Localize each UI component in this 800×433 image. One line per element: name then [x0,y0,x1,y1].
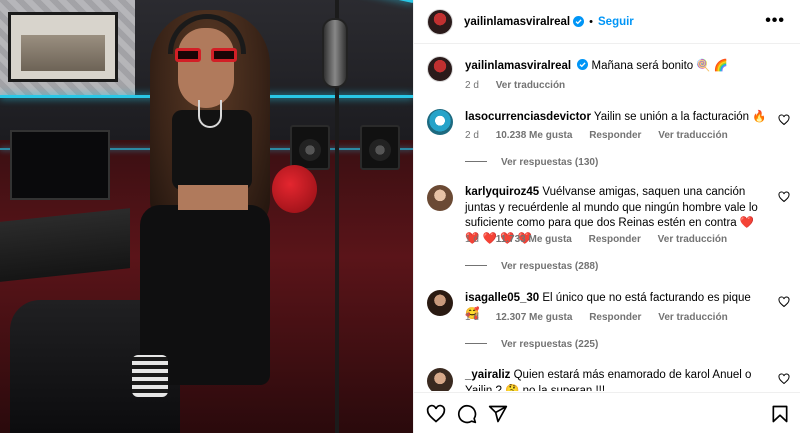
comment-meta: 1 d 11.733 Me gusta Responder Ver traduc… [465,234,741,245]
comment-meta: 2 d 10.238 Me gusta Responder Ver traduc… [465,130,742,141]
comment-icon[interactable] [457,404,477,424]
heart-icon[interactable] [778,296,790,308]
instagram-post-modal: yailinlamasviralreal • Seguir ••• yailin… [0,0,800,433]
studio-speaker [360,125,400,170]
avatar[interactable] [427,56,453,82]
avatar[interactable] [427,109,453,135]
translate-link[interactable]: Ver traducción [658,234,727,245]
view-replies[interactable]: Ver respuestas (225) [465,339,598,350]
heart-icon[interactable] [778,114,790,126]
comment-username[interactable]: lasocurrenciasdevictor [465,111,591,123]
post-photo[interactable] [0,0,413,433]
more-options-icon[interactable]: ••• [765,13,785,29]
caption-meta: 2 d Ver traducción [465,80,579,91]
post-header: yailinlamasviralreal • Seguir ••• [414,0,800,44]
verified-badge-icon [577,59,589,70]
red-chair [272,165,317,213]
caption-text: yailinlamasviralreal Mañana será bonito … [465,59,767,75]
view-replies[interactable]: Ver respuestas (130) [465,157,598,168]
translate-link[interactable]: Ver traducción [496,80,565,91]
bookmark-icon[interactable] [770,404,790,424]
post-details-panel: yailinlamasviralreal • Seguir ••• yailin… [413,0,800,433]
comment-time: 2 d [465,130,479,141]
caption-time: 2 d [465,80,479,91]
translate-link[interactable]: Ver traducción [658,130,727,141]
avatar[interactable] [427,185,453,211]
studio-speaker [290,125,330,170]
verified-badge-icon [573,16,585,27]
separator-dot: • [589,15,593,28]
action-bar [414,392,800,433]
comment-body: Yailin se unión a la facturación 🔥 [593,111,767,123]
follow-button[interactable]: Seguir [598,16,634,28]
comment-username[interactable]: karlyquiroz45 [465,186,539,198]
comments-list[interactable]: yailinlamasviralreal Mañana será bonito … [414,45,800,391]
caption-username[interactable]: yailinlamasviralreal [465,60,571,72]
comment-time: 1 d [465,312,479,323]
translate-link[interactable]: Ver traducción [658,312,727,323]
reply-link[interactable]: Responder [589,234,641,245]
heart-icon[interactable] [426,404,446,424]
sneaker [132,355,168,397]
avatar[interactable] [427,8,453,35]
comment-text: lasocurrenciasdevictor Yailin se unión a… [465,110,767,126]
header-username[interactable]: yailinlamasviralreal [464,16,570,28]
header-user: yailinlamasviralreal • Seguir [464,16,634,28]
wall-picture [8,12,118,82]
comment-username[interactable]: isagalle05_30 [465,292,539,304]
comment-time: 1 d [465,234,479,245]
person-waist [178,185,248,210]
share-icon[interactable] [488,404,508,424]
comment-username[interactable]: _yairaliz [465,369,510,381]
likes-count[interactable]: 12.307 Me gusta [496,312,573,323]
avatar[interactable] [427,290,453,316]
avatar[interactable] [427,368,453,391]
comment-text: _yairaliz Quien estará más enamorado de … [465,368,767,391]
red-sunglasses [175,48,237,62]
caption-body: Mañana será bonito 🍭 🌈 [591,60,729,72]
studio-microphone [322,18,348,88]
reply-link[interactable]: Responder [589,312,641,323]
likes-count[interactable]: 10.238 Me gusta [496,130,573,141]
heart-icon[interactable] [778,373,790,385]
reply-link[interactable]: Responder [589,130,641,141]
likes-count[interactable]: 11.733 Me gusta [496,234,572,245]
necklace [198,100,222,128]
heart-icon[interactable] [778,191,790,203]
studio-monitor [10,130,110,200]
view-replies[interactable]: Ver respuestas (288) [465,261,598,272]
comment-meta: 1 d 12.307 Me gusta Responder Ver traduc… [465,312,742,323]
